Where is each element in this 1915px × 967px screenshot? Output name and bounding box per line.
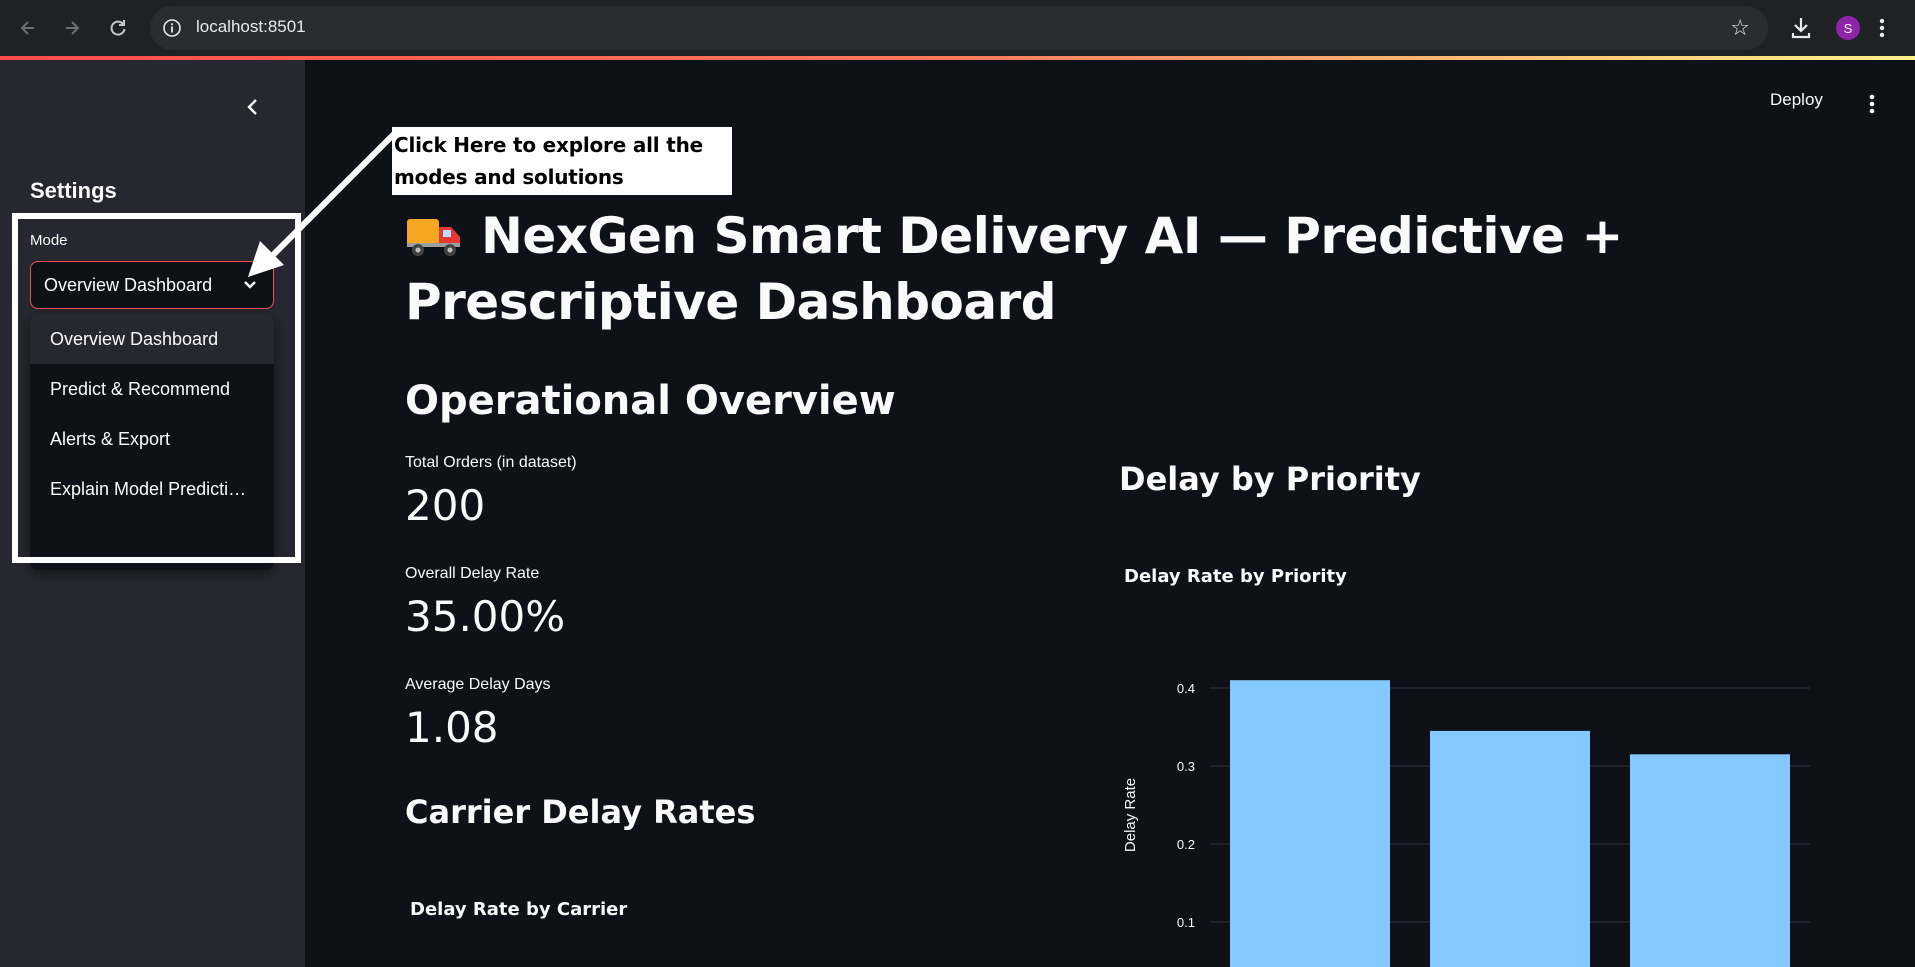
bar[interactable] [1630, 754, 1790, 967]
forward-arrow-icon[interactable] [58, 14, 86, 42]
y-axis-label: Delay Rate [1122, 778, 1139, 852]
browser-menu-icon[interactable] [1872, 14, 1892, 42]
annotation-callout: Click Here to explore all the modes and … [392, 127, 732, 195]
annotation-line-2: modes and solutions [394, 165, 624, 189]
bar[interactable] [1230, 680, 1390, 967]
metric-label-avg-delay-days: Average Delay Days [405, 676, 551, 693]
metric-value-avg-delay-days: 1.08 [405, 703, 499, 752]
metric-value-total-orders: 200 [405, 481, 486, 530]
y-tick-label: 0.1 [1177, 915, 1195, 930]
deploy-button[interactable]: Deploy [1770, 90, 1823, 110]
collapse-sidebar-chevron-icon[interactable] [240, 94, 266, 120]
profile-avatar[interactable]: S [1836, 16, 1860, 40]
annotation-line-1: Click Here to explore all the [394, 133, 703, 157]
bar[interactable] [1430, 730, 1590, 967]
back-arrow-icon[interactable] [14, 14, 42, 42]
metric-label-delay-rate: Overall Delay Rate [405, 565, 540, 582]
address-bar[interactable]: localhost:8501 ☆ [150, 6, 1768, 50]
sidebar-title: Settings [30, 178, 117, 203]
priority-bar-chart: 0.1 0.2 0.3 0.4 Delay Rate [1122, 680, 1810, 967]
annotation-arrow [248, 127, 401, 277]
carrier-chart-title: Delay Rate by Carrier [410, 899, 628, 920]
y-tick-label: 0.4 [1177, 681, 1195, 696]
metric-label-total-orders: Total Orders (in dataset) [405, 454, 577, 471]
priority-chart-title: Delay Rate by Priority [1124, 566, 1347, 587]
page-title-text: NexGen Smart Delivery AI — Predictive + … [405, 207, 1623, 331]
metric-value-delay-rate: 35.00% [405, 592, 566, 641]
y-tick-label: 0.2 [1177, 837, 1195, 852]
site-info-icon[interactable] [162, 18, 182, 38]
more-options-icon[interactable] [1862, 92, 1882, 116]
browser-toolbar: localhost:8501 ☆ S [0, 0, 1915, 59]
url-text: localhost:8501 [196, 17, 306, 36]
reload-icon[interactable] [104, 14, 132, 42]
operational-overview-heading: Operational Overview [405, 378, 896, 424]
download-icon[interactable] [1790, 14, 1812, 42]
bookmark-star-icon[interactable]: ☆ [1730, 16, 1750, 41]
page-title: NexGen Smart Delivery AI — Predictive + … [405, 203, 1825, 335]
carrier-delay-heading: Carrier Delay Rates [405, 793, 756, 831]
delivery-truck-icon [405, 209, 463, 256]
priority-heading: Delay by Priority [1119, 460, 1421, 498]
y-tick-label: 0.3 [1177, 759, 1195, 774]
